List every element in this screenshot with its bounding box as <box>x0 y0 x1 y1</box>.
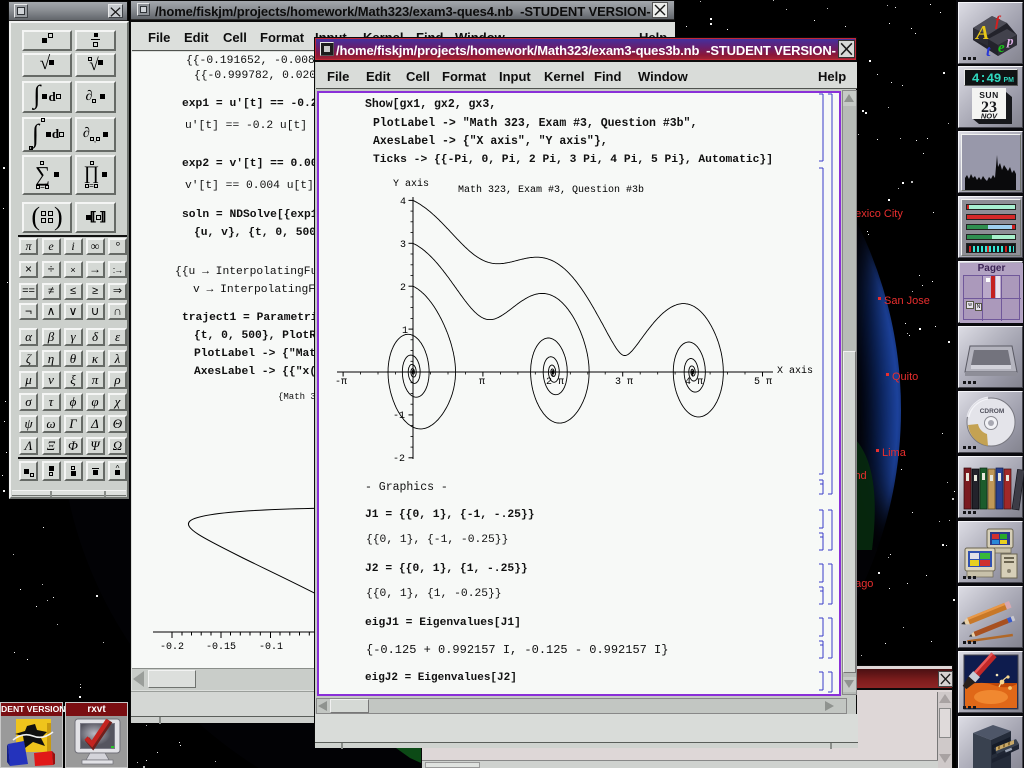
svg-text:Quito: Quito <box>892 371 918 383</box>
svg-text:-0.15: -0.15 <box>206 642 236 653</box>
svg-text:-0.2: -0.2 <box>160 642 184 653</box>
svg-text:San Jose: San Jose <box>884 295 930 307</box>
svg-text:Lima: Lima <box>882 447 907 459</box>
svg-text:-0.1: -0.1 <box>259 642 283 653</box>
